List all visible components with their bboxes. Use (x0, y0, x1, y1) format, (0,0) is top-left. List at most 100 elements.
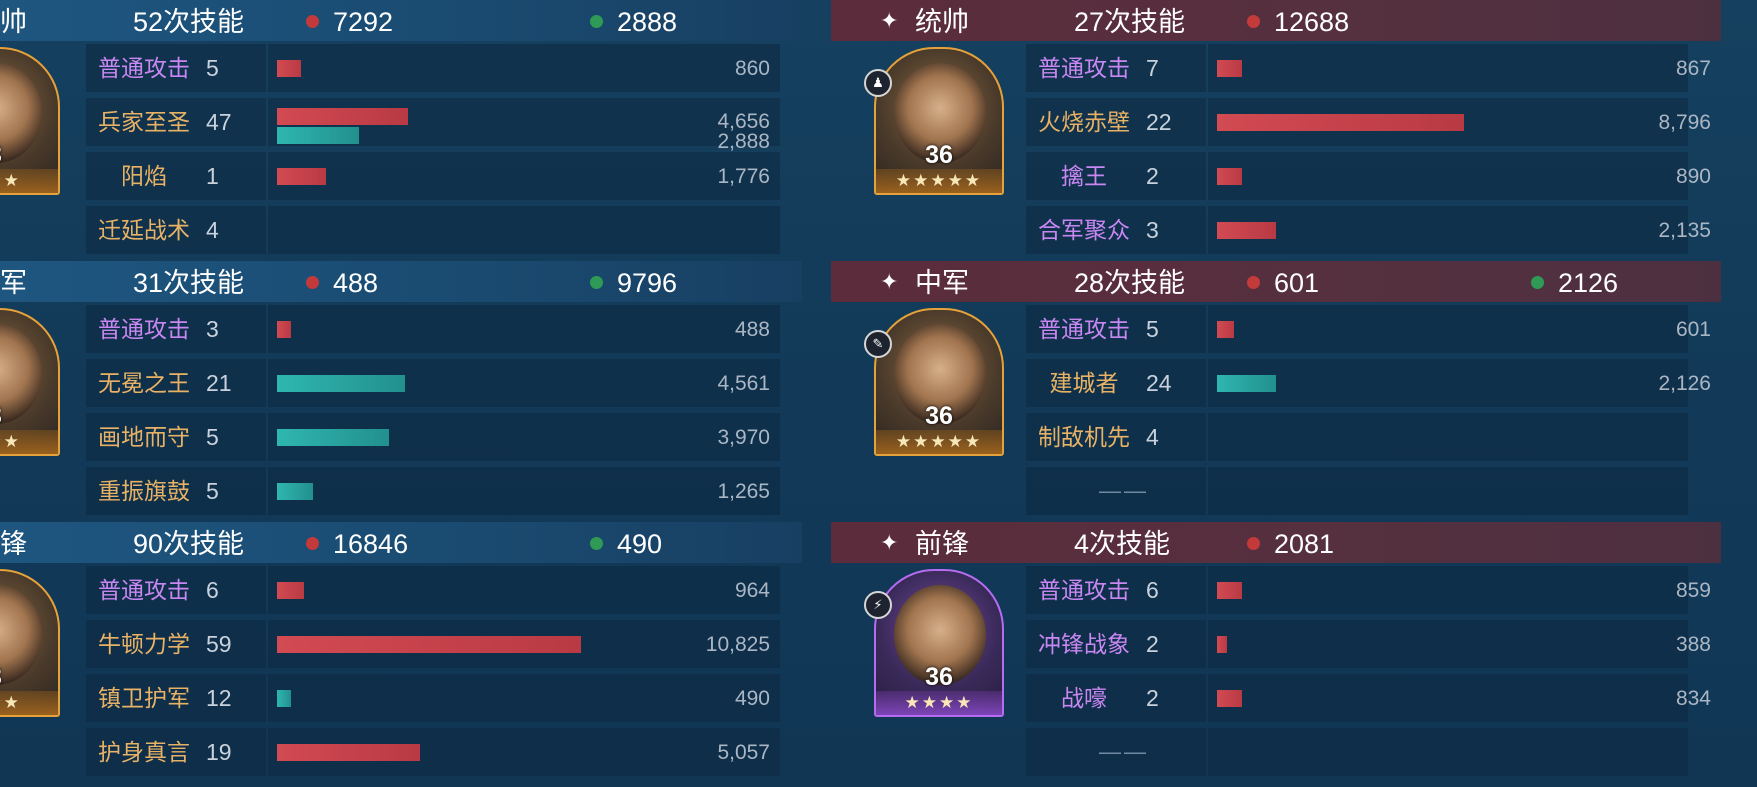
skill-name[interactable]: 无冕之王 (86, 356, 202, 410)
heal-total: 490 (617, 529, 663, 559)
damage-total: 488 (333, 268, 379, 298)
skill-value: 388 (1675, 633, 1711, 656)
hero-portrait[interactable]: 36 ★★★★ ⚡ (864, 569, 1004, 717)
skill-use-count: 59 (206, 631, 232, 657)
skill-value: 834 (1675, 687, 1711, 710)
skill-name[interactable]: 重振旗鼓 (86, 464, 202, 518)
team-group-2: ✦ 前锋 4次技能 2081 36 ★★★★ ⚡ 普通攻击 6 859 冲锋战象 2 388 战嚎 2 834… (831, 522, 1721, 784)
right-team-panel: ✦ 统帅 27次技能 12688 36 ★★★★★ ♟ 普通攻击 7 867 火烧赤壁 22 8,796… (831, 0, 1721, 787)
group-header: ✦ 前锋 4次技能 2081 (831, 522, 1721, 563)
skill-use-count: 5 (206, 478, 219, 504)
heal-dot-icon (590, 15, 603, 28)
skill-name[interactable]: 建城者 (1026, 356, 1142, 410)
skill-value: 490 (734, 687, 770, 710)
skill-name[interactable]: 兵家至圣 (86, 95, 202, 149)
skill-use-count: 6 (1146, 577, 1159, 603)
damage-dot-icon (306, 276, 319, 289)
skill-value: 488 (734, 318, 770, 341)
skill-name[interactable]: 迁延战术 (86, 203, 202, 257)
skill-use-count: 5 (1146, 316, 1159, 342)
skill-count: 28次技能 (1074, 268, 1186, 298)
heal-bar (277, 375, 405, 392)
heal-bar (277, 429, 389, 446)
hero-level: 3 (0, 663, 58, 692)
role-label: 军 (0, 268, 27, 298)
portrait-frame: 3★★★ (0, 47, 60, 195)
hero-portrait[interactable]: 3★★★ (0, 308, 60, 456)
skill-name[interactable]: 牛顿力学 (86, 617, 202, 671)
skill-use-count: 4 (1146, 424, 1159, 450)
skill-name[interactable]: 擒王 (1026, 149, 1142, 203)
skill-name[interactable]: 火烧赤壁 (1026, 95, 1142, 149)
group-header: ✦ 统帅 27次技能 12688 (831, 0, 1721, 41)
heal-bar (1217, 375, 1276, 392)
skill-use-count: 6 (206, 577, 219, 603)
skill-use-count: 7 (1146, 55, 1159, 81)
damage-total: 12688 (1274, 7, 1350, 37)
star-icon: ✦ (880, 8, 899, 33)
damage-bar (1217, 690, 1242, 707)
skill-name[interactable]: 普通攻击 (1026, 41, 1142, 95)
skill-name[interactable]: 冲锋战象 (1026, 617, 1142, 671)
role-label: 帅 (0, 7, 27, 37)
damage-bar (1217, 114, 1464, 131)
skill-value: 859 (1675, 579, 1711, 602)
skill-value: 964 (734, 579, 770, 602)
heal-bar (277, 127, 359, 144)
skill-use-count: 5 (206, 55, 219, 81)
skill-use-count: 12 (206, 685, 232, 711)
hero-level: 36 (925, 402, 953, 430)
skill-use-count: 2 (1146, 631, 1159, 657)
star-rating: ★★★ (0, 691, 58, 715)
hero-portrait[interactable]: 36 ★★★★★ ♟ (864, 47, 1004, 195)
skill-name[interactable]: 战嚎 (1026, 671, 1142, 725)
skill-count: 52次技能 (133, 7, 245, 37)
skill-name[interactable]: 普通攻击 (86, 41, 202, 95)
skill-use-count: 2 (1146, 163, 1159, 189)
skill-name[interactable]: 合军聚众 (1026, 203, 1142, 257)
hero-level: 36 (925, 141, 953, 169)
skill-name[interactable]: 制敌机先 (1026, 410, 1142, 464)
skill-value: 2,135 (1658, 219, 1711, 242)
star-rating: ★★★ (0, 169, 58, 193)
damage-dot-icon (1247, 15, 1260, 28)
star-icon: ✦ (880, 530, 899, 555)
hero-portrait[interactable]: 36 ★★★★★ ✎ (864, 308, 1004, 456)
heal-total: 2888 (617, 7, 678, 37)
skill-name[interactable]: 画地而守 (86, 410, 202, 464)
team-group-2: 锋 90次技能 16846 490 3★★★ 普通攻击6 964 牛顿力学59 10,825 镇卫… (0, 522, 802, 784)
skill-bar-cell (1208, 728, 1688, 776)
skill-value: 1,776 (717, 165, 770, 188)
skill-name[interactable]: 普通攻击 (86, 563, 202, 617)
empty-slot: —— (1099, 478, 1149, 503)
skill-count: 4次技能 (1074, 529, 1171, 559)
skill-name[interactable]: 镇卫护军 (86, 671, 202, 725)
damage-bar (277, 582, 304, 599)
skill-value: 2,126 (1658, 372, 1711, 395)
skill-use-count: 21 (206, 370, 232, 396)
skill-value: 860 (734, 57, 770, 80)
heal-dot-icon (590, 537, 603, 550)
skill-value: 2,888 (717, 130, 770, 153)
damage-bar (1217, 636, 1227, 653)
skill-name[interactable]: 普通攻击 (1026, 563, 1142, 617)
damage-total: 601 (1274, 268, 1320, 298)
group-header: 锋 90次技能 16846 490 (0, 522, 802, 563)
skill-use-count: 4 (206, 217, 219, 243)
left-team-panel: 帅52次技能729228883★★★普通攻击5860兵家至圣474,6562,8… (0, 0, 802, 787)
skill-name[interactable]: 阳焰 (86, 149, 202, 203)
damage-total: 16846 (333, 529, 409, 559)
hero-portrait[interactable]: 3★★★ (0, 569, 60, 717)
team-group-1: ✦ 中军 28次技能 601 2126 36 ★★★★★ ✎ 普通攻击 5 601 建城者 24 2,12… (831, 261, 1721, 523)
skill-count: 27次技能 (1074, 7, 1186, 37)
skill-value: 4,561 (717, 372, 770, 395)
skill-name[interactable]: 护身真言 (86, 725, 202, 779)
skill-name[interactable]: 普通攻击 (1026, 302, 1142, 356)
star-rating: ★★★★ (876, 691, 1002, 715)
hero-portrait[interactable]: 3★★★ (0, 47, 60, 195)
heal-dot-icon (1531, 276, 1544, 289)
role-label: 中军 (915, 268, 969, 298)
troop-type-icon: ♟ (864, 69, 892, 97)
skill-use-count: 19 (206, 739, 232, 765)
skill-name[interactable]: 普通攻击 (86, 302, 202, 356)
